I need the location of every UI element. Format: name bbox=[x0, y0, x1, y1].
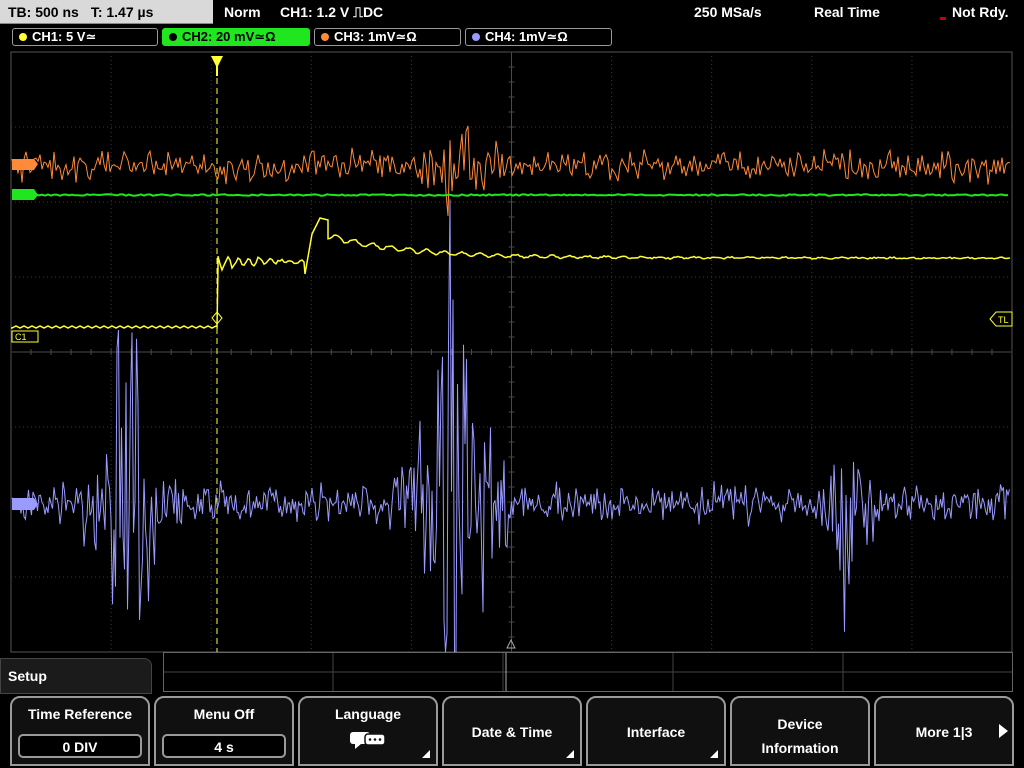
trigger-marker-icon[interactable] bbox=[211, 56, 223, 76]
interface-label: Interface bbox=[626, 724, 686, 740]
menu-off-softkey[interactable]: Menu Off 4 s bbox=[154, 696, 294, 766]
time-reference-softkey[interactable]: Time Reference 0 DIV bbox=[10, 696, 150, 766]
device-info-line2: Information bbox=[761, 740, 839, 756]
trigger-mode[interactable]: Norm bbox=[224, 0, 261, 24]
ch2-color-icon bbox=[169, 33, 177, 41]
date-time-label: Date & Time bbox=[471, 724, 553, 740]
ch1-color-icon bbox=[19, 33, 27, 41]
timebase-value: TB: 500 ns bbox=[8, 4, 79, 20]
status-indicator bbox=[940, 17, 946, 20]
interface-softkey[interactable]: Interface bbox=[586, 696, 726, 766]
time-reference-value[interactable]: 0 DIV bbox=[18, 734, 142, 758]
language-label: Language bbox=[334, 706, 402, 722]
ch4-trace bbox=[11, 199, 1010, 653]
menu-off-value[interactable]: 4 s bbox=[162, 734, 286, 758]
sample-rate: 250 MSa/s bbox=[694, 4, 762, 20]
date-time-softkey[interactable]: Date & Time bbox=[442, 696, 582, 766]
ch1-label: CH1: 5 V≃ bbox=[32, 29, 97, 44]
ch2-label: CH2: 20 mV≃Ω bbox=[182, 29, 276, 44]
graticule bbox=[10, 51, 1013, 653]
trigger-time-value: T: 1.47 µs bbox=[90, 4, 154, 20]
trigger-status: Not Rdy. bbox=[952, 4, 1009, 20]
language-softkey[interactable]: Language bbox=[298, 696, 438, 766]
channel-tab-ch4[interactable]: CH4: 1mV≃Ω bbox=[465, 28, 612, 46]
ch3-marker[interactable] bbox=[12, 159, 38, 170]
submenu-corner-icon bbox=[422, 750, 430, 758]
ch2-trace bbox=[11, 193, 1009, 197]
ch4-marker[interactable] bbox=[12, 498, 38, 510]
ch1-marker[interactable]: C1 bbox=[11, 330, 39, 343]
channel-tab-ch2[interactable]: CH2: 20 mV≃Ω bbox=[162, 28, 310, 46]
ch1-marker-label: C1 bbox=[15, 332, 27, 342]
trigger-level-marker[interactable]: TL bbox=[989, 311, 1013, 327]
acquisition-mode[interactable]: Real Time bbox=[814, 0, 880, 24]
menu-off-label: Menu Off bbox=[193, 706, 255, 722]
next-arrow-icon bbox=[999, 724, 1008, 738]
ch4-color-icon bbox=[472, 33, 480, 41]
ch4-label: CH4: 1mV≃Ω bbox=[485, 29, 568, 44]
trigger-level-label: TL bbox=[998, 315, 1009, 325]
channel-tab-ch1[interactable]: CH1: 5 V≃ bbox=[12, 28, 158, 46]
ch2-marker[interactable] bbox=[12, 189, 38, 200]
status-bar: TB: 500 ns T: 1.47 µs Norm CH1: 1.2 V ⎍DC… bbox=[0, 0, 1024, 24]
time-reference-label: Time Reference bbox=[27, 706, 132, 722]
timebase-box[interactable]: TB: 500 ns T: 1.47 µs bbox=[0, 0, 213, 24]
device-info-line1: Device bbox=[777, 716, 823, 732]
waveform-display[interactable]: C1 TL bbox=[0, 48, 1024, 656]
more-label: More 1|3 bbox=[915, 724, 973, 740]
device-information-softkey[interactable]: Device Information bbox=[730, 696, 870, 766]
submenu-corner-icon bbox=[710, 750, 718, 758]
channel-tab-ch3[interactable]: CH3: 1mV≃Ω bbox=[314, 28, 461, 46]
language-icon bbox=[350, 732, 386, 749]
ch3-label: CH3: 1mV≃Ω bbox=[334, 29, 417, 44]
trigger-setting[interactable]: CH1: 1.2 V ⎍DC bbox=[280, 0, 383, 24]
more-softkey[interactable]: More 1|3 bbox=[874, 696, 1014, 766]
menu-title: Setup bbox=[8, 668, 47, 684]
zoom-overview bbox=[163, 652, 1013, 692]
submenu-corner-icon bbox=[566, 750, 574, 758]
ch3-color-icon bbox=[321, 33, 329, 41]
